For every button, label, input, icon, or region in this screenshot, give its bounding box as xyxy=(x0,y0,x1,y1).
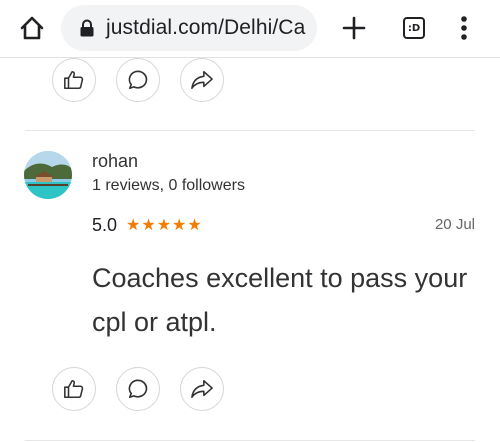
reviewer-name[interactable]: rohan xyxy=(92,151,138,172)
like-button[interactable] xyxy=(52,367,96,411)
share-button[interactable] xyxy=(180,367,224,411)
more-menu-button[interactable] xyxy=(446,10,482,46)
tab-switcher-icon: :D xyxy=(403,17,425,39)
tab-switcher-label: :D xyxy=(407,22,421,34)
new-tab-button[interactable] xyxy=(334,10,374,46)
comment-icon xyxy=(128,379,148,399)
url-text: justdial.com/Delhi/Ca xyxy=(106,16,306,39)
rating-value: 5.0 xyxy=(92,215,118,235)
review-date: 20 Jul xyxy=(434,216,475,233)
like-button[interactable] xyxy=(52,58,96,102)
reviewer-meta: 1 reviews, 0 followers xyxy=(92,177,245,194)
comment-icon xyxy=(128,70,148,90)
divider xyxy=(25,130,475,131)
avatar[interactable] xyxy=(24,151,72,199)
star-icon: ★ xyxy=(141,215,156,234)
like-icon xyxy=(64,70,84,90)
previous-review-actions xyxy=(52,58,252,102)
browser-toolbar: justdial.com/Delhi/Ca :D xyxy=(0,0,500,58)
share-icon xyxy=(191,70,213,90)
home-icon xyxy=(20,16,44,40)
lock-icon xyxy=(80,19,94,37)
tab-switcher-button[interactable]: :D xyxy=(396,10,432,46)
star-rating: ★ ★ ★ ★ ★ xyxy=(126,216,202,234)
avatar-image xyxy=(24,151,72,199)
star-icon: ★ xyxy=(156,215,172,234)
plus-icon xyxy=(342,16,366,40)
star-icon: ★ xyxy=(172,215,187,234)
address-bar[interactable]: justdial.com/Delhi/Ca xyxy=(61,5,317,51)
comment-button[interactable] xyxy=(116,58,160,102)
share-icon xyxy=(191,379,213,399)
divider xyxy=(25,440,475,441)
review-text: Coaches excellent to pass your cpl or at… xyxy=(92,263,468,337)
share-button[interactable] xyxy=(180,58,224,102)
comment-button[interactable] xyxy=(116,367,160,411)
more-vert-icon xyxy=(461,16,467,40)
like-icon xyxy=(64,379,84,399)
star-icon: ★ xyxy=(126,215,141,234)
home-button[interactable] xyxy=(14,10,50,46)
review-actions xyxy=(52,367,252,411)
star-icon: ★ xyxy=(187,215,202,234)
